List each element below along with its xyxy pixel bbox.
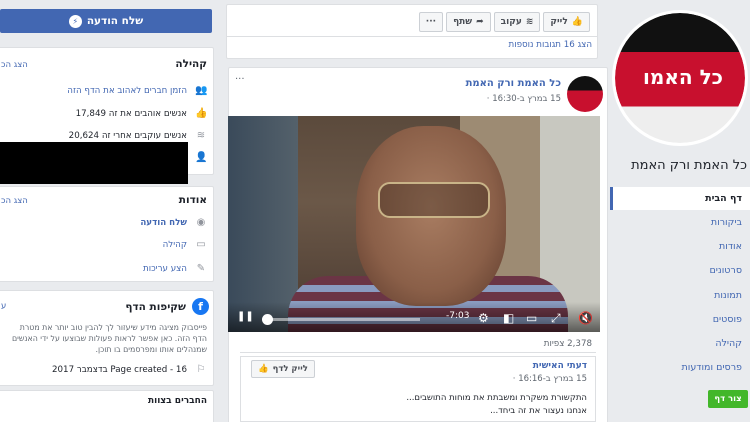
like-page-inline-button[interactable]: 👍 לייק לדף <box>251 360 315 378</box>
follow-label: עקוב <box>500 16 522 27</box>
more-options-button[interactable]: ··· <box>418 11 444 32</box>
video-person-glasses <box>378 182 490 218</box>
volume-muted-icon[interactable]: 🔇 <box>578 311 593 325</box>
shared-post-box: דעתי האישית 15 במרץ ב-16:16 · 👍 לייק לדף… <box>240 356 596 422</box>
shared-page-name[interactable]: דעתי האישית <box>533 361 587 371</box>
about-title: אודות <box>178 194 207 206</box>
community-icon: ▭ <box>196 239 206 250</box>
post-options-button[interactable]: ··· <box>235 74 245 85</box>
create-page-button[interactable]: צור דף <box>708 390 748 408</box>
video-progress-knob[interactable] <box>262 314 273 325</box>
community-title: קהילה <box>175 58 207 70</box>
rss-icon: ≋ <box>525 16 534 27</box>
facebook-icon: f <box>192 298 209 315</box>
video-time: -7:03 <box>446 311 470 321</box>
post-divider <box>240 352 596 353</box>
about-see-all-link[interactable]: הצג הכ <box>1 196 28 206</box>
page-profile-picture[interactable]: כל האמו <box>612 10 748 146</box>
follow-button[interactable]: ≋ עקוב <box>493 11 541 32</box>
send-message-button[interactable]: שלח הודעה ⚡ <box>0 9 212 33</box>
nav-videos[interactable]: סרטונים <box>610 259 750 282</box>
invite-friends-row[interactable]: 👥 הזמן חברים לאהוב את הדף הזה <box>67 85 207 96</box>
share-icon: ➦ <box>476 16 484 27</box>
about-community-label: קהילה <box>162 239 187 250</box>
transparency-see-more[interactable]: ע <box>1 301 6 311</box>
nav-photos[interactable]: תמונות <box>610 284 750 307</box>
views-count: 2,378 צפיות <box>543 339 592 349</box>
video-controls: ❚❚ -7:03 ⚙ ◧ ▭ ⤢ 🔇 <box>228 302 600 332</box>
pencil-icon: ✎ <box>196 263 206 274</box>
share-button[interactable]: ➦ שתף <box>446 11 491 32</box>
suggest-edits[interactable]: ✎ הצע עריכות <box>143 263 207 274</box>
suggest-edits-label: הצע עריכות <box>143 263 187 274</box>
invite-friends-icon: 👥 <box>195 85 208 96</box>
like-page-label: לייק לדף <box>272 364 308 374</box>
about-send-message-label: שלח הודעה <box>140 217 187 228</box>
nav-reviews[interactable]: ביקורות <box>610 211 750 234</box>
messenger-icon: ◉ <box>196 217 206 228</box>
nav-offers-ads[interactable]: פרסים ומודעות <box>610 356 750 379</box>
video-background-left <box>228 116 298 332</box>
nav-posts[interactable]: פוסטים <box>610 308 750 331</box>
profile-logo-text: כל האמו <box>642 65 724 89</box>
page-action-bar: 👍 לייק ≋ עקוב ➦ שתף ··· <box>228 9 594 34</box>
thumbs-up-icon: 👍 <box>258 364 269 374</box>
post-author[interactable]: כל האמת ורק האמת <box>466 78 561 89</box>
thumbs-up-icon: 👍 <box>195 108 208 119</box>
settings-gear-icon[interactable]: ⚙ <box>478 311 489 325</box>
page-created-row: ⚐ Page created - 16 בדצמבר 2017 <box>52 364 207 375</box>
page-created-text: Page created - 16 בדצמבר 2017 <box>52 364 187 375</box>
messenger-icon: ⚡ <box>68 14 82 28</box>
community-see-all-link[interactable]: הצג הכ <box>1 60 28 70</box>
invite-friends-label: הזמן חברים לאהוב את הדף הזה <box>67 85 187 96</box>
nav-about[interactable]: אודות <box>610 235 750 258</box>
post-text-line2: אנחנו נעצור את זה ביחד... <box>490 406 587 416</box>
about-send-message[interactable]: ◉ שלח הודעה <box>140 217 207 228</box>
thumbs-up-icon: 👍 <box>571 16 583 27</box>
transparency-description: פייסבוק מציגה מידע שיעזור לך להבין טוב י… <box>11 323 207 354</box>
rss-icon: ≋ <box>196 130 206 141</box>
redacted-block <box>0 142 188 184</box>
page-avatar[interactable] <box>567 76 603 112</box>
share-label: שתף <box>453 16 473 27</box>
follows-count: 20,624 אנשים עוקבים אחרי זה <box>68 130 187 141</box>
like-label: לייק <box>550 16 568 27</box>
more-comments-link[interactable]: הצג 16 תגובות נוספות <box>509 40 593 50</box>
pause-icon[interactable]: ❚❚ <box>237 311 254 322</box>
nav-home[interactable]: דף הבית <box>610 187 750 210</box>
transparency-title: שקיפות הדף <box>125 300 186 313</box>
cast-icon[interactable]: ▭ <box>526 311 537 325</box>
likes-count: 17,849 אנשים אוהבים את זה <box>75 108 187 119</box>
post-text-line1: התקשורת משקרת ומשבתת את מוחות התושבים... <box>406 393 587 403</box>
flag-icon: ⚐ <box>196 364 206 375</box>
like-page-button[interactable]: 👍 לייק <box>543 11 590 32</box>
more-label: ··· <box>425 16 437 27</box>
team-members-title: החברים בצוות <box>147 396 207 406</box>
picture-in-picture-icon[interactable]: ◧ <box>503 311 514 325</box>
likes-row: 👍 17,849 אנשים אוהבים את זה <box>75 108 208 119</box>
video-progress-bar[interactable] <box>266 318 420 321</box>
person-icon: 👤 <box>195 152 208 163</box>
follows-row: ≋ 20,624 אנשים עוקבים אחרי זה <box>69 130 207 141</box>
message-button-label: שלח הודעה <box>86 15 144 27</box>
header-divider <box>226 36 598 37</box>
shared-post-time[interactable]: 15 במרץ ב-16:16 · <box>513 374 587 384</box>
page-name: כל האמת ורק האמת <box>631 158 747 173</box>
team-members-card: החברים בצוות <box>0 390 214 422</box>
page-transparency-card: f שקיפות הדף ע פייסבוק מציגה מידע שיעזור… <box>0 290 214 386</box>
friends-row: 👤 <box>195 152 207 163</box>
about-community[interactable]: ▭ קהילה <box>163 239 207 250</box>
fullscreen-icon[interactable]: ⤢ <box>551 311 561 326</box>
post-video[interactable]: ❚❚ -7:03 ⚙ ◧ ▭ ⤢ 🔇 <box>228 116 600 332</box>
post-time[interactable]: 15 במרץ ב-16:30 · <box>487 94 561 104</box>
nav-community[interactable]: קהילה <box>610 332 750 355</box>
about-card: אודות הצג הכ ◉ שלח הודעה ▭ קהילה ✎ הצע ע… <box>0 186 214 282</box>
